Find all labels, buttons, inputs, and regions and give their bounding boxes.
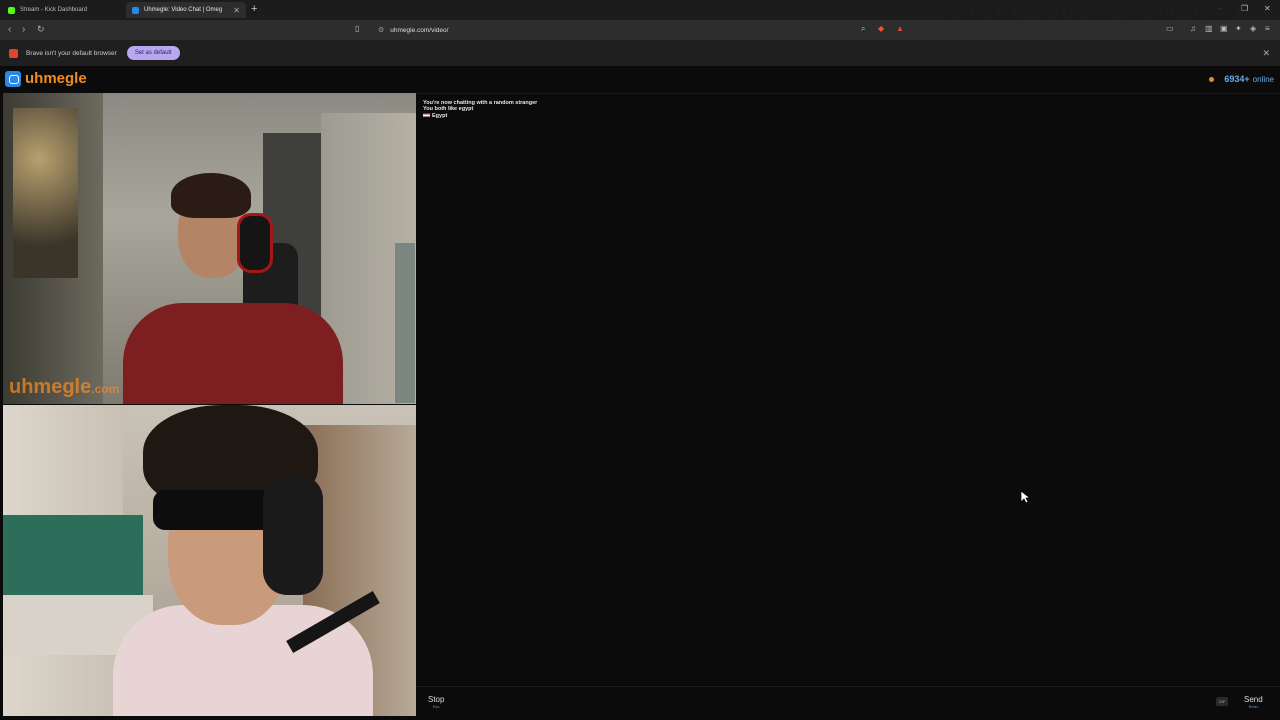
person-hair (171, 173, 251, 218)
site-header: uhmegle 6934+ online (0, 66, 1280, 92)
infobar-message: Brave isn't your default browser (26, 49, 117, 57)
brave-logo-icon (9, 48, 18, 58)
stranger-video: uhmegle.com (3, 93, 416, 404)
zoom-icon[interactable]: ⌕ (861, 24, 865, 34)
headphone (237, 213, 273, 273)
gif-button[interactable]: GIF (1216, 697, 1228, 706)
tab-label: Stream - Kick Dashboard (20, 7, 88, 13)
brave-shields-icon[interactable]: ◆ (878, 24, 884, 33)
window-light (13, 108, 78, 278)
country-name: Egypt (432, 113, 448, 119)
status-dot-icon (1209, 76, 1215, 82)
online-label: online (1252, 74, 1274, 84)
tab-label: Uhmegle: Video Chat | Omeg (144, 7, 223, 13)
stop-label: Stop (428, 695, 445, 704)
uhmegle-watermark: uhmegle.com (9, 376, 120, 398)
bedsheet (3, 515, 143, 595)
maximize-icon[interactable]: ❐ (1241, 4, 1248, 13)
stop-button[interactable]: Stop Esc (428, 695, 444, 709)
close-window-icon[interactable]: ✕ (1264, 4, 1271, 13)
kick-favicon-icon (8, 6, 15, 14)
person-shirt (123, 303, 343, 404)
reload-icon[interactable]: ↻ (37, 24, 45, 35)
chat-system-message: You both like egypt (423, 106, 474, 112)
menu-icon[interactable]: ≡ (1265, 24, 1270, 33)
send-label: Send (1244, 695, 1263, 704)
forward-icon[interactable]: › (22, 24, 25, 35)
back-icon[interactable]: ‹ (8, 24, 11, 35)
close-tab-icon[interactable]: ✕ (233, 6, 240, 15)
tab-uhmegle[interactable]: Uhmegle: Video Chat | Omeg ✕ (126, 2, 246, 18)
self-video (3, 405, 416, 716)
default-browser-infobar: Brave isn't your default browser Set as … (0, 40, 1280, 66)
uhmegle-favicon-icon (132, 6, 139, 14)
tab-kick-dashboard[interactable]: Stream - Kick Dashboard (2, 2, 122, 18)
mouse-cursor-icon (1021, 491, 1030, 504)
url-text: uhmegle.com/video/ (390, 26, 449, 34)
chat-controls: Stop Esc GIF Send Enter (416, 686, 1280, 720)
reader-icon[interactable]: ▥ (1205, 24, 1213, 33)
online-counter: 6934+ online (1209, 74, 1274, 84)
stop-hint: Esc (432, 704, 440, 709)
vpn-icon[interactable]: ◈ (1250, 24, 1256, 33)
site-logo[interactable]: uhmegle (5, 70, 87, 87)
radiator (395, 243, 415, 403)
brand-name: uhmegle (25, 70, 87, 87)
close-infobar-icon[interactable]: ✕ (1262, 48, 1270, 59)
wallet-icon[interactable]: ▣ (1220, 24, 1228, 33)
url-bar[interactable]: ⚙ uhmegle.com/video/ (370, 23, 910, 37)
extensions-icon[interactable]: ✦ (1235, 24, 1242, 33)
chat-panel: You're now chatting with a random strang… (416, 93, 1280, 685)
send-hint: Enter (1248, 704, 1259, 709)
headphone (263, 475, 323, 595)
bookmark-icon[interactable]: ▯ (355, 24, 359, 33)
brave-rewards-icon[interactable]: ▲ (896, 24, 904, 33)
egypt-flag-icon (423, 113, 430, 119)
media-icon[interactable]: ♫ (1190, 24, 1196, 33)
online-count: 6934+ (1224, 74, 1250, 84)
new-tab-button[interactable]: + (251, 3, 257, 15)
navigation-bar: ‹ › ↻ ▯ ⚙ uhmegle.com/video/ ⌕ ◆ ▲ ▭ ♫ ▥… (0, 20, 1280, 40)
set-as-default-button[interactable]: Set as default (126, 46, 180, 60)
chat-bubble-icon (5, 70, 21, 87)
stranger-country: Egypt (423, 113, 447, 119)
send-button[interactable]: Send Enter (1244, 695, 1263, 709)
site-info-icon[interactable]: ⚙ (378, 26, 384, 34)
sidebar-icon[interactable]: ▭ (1166, 24, 1174, 33)
